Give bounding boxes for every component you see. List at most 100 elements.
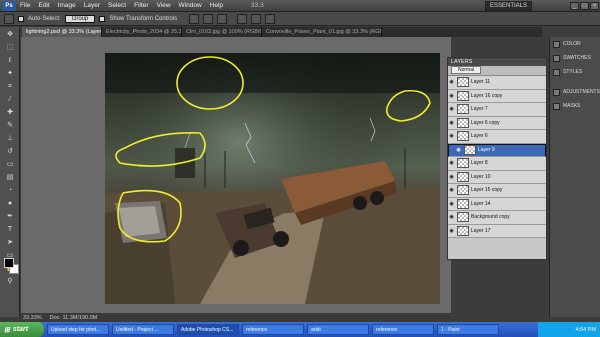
visibility-eye-icon[interactable]: ◉: [448, 228, 455, 234]
distribute-icon[interactable]: [265, 13, 276, 24]
path-select-icon[interactable]: ➤: [3, 237, 17, 248]
align-icon[interactable]: [217, 13, 228, 24]
clone-stamp-icon[interactable]: ⊥: [3, 133, 17, 144]
visibility-eye-icon[interactable]: ◉: [448, 106, 455, 112]
layer-row[interactable]: ◉ Layer 7: [448, 103, 546, 117]
menu-layer[interactable]: Layer: [80, 2, 104, 9]
menu-filter[interactable]: Filter: [130, 2, 152, 9]
layer-row[interactable]: ◉ Layer 10: [448, 170, 546, 184]
distribute-icon[interactable]: [237, 13, 248, 24]
menu-help[interactable]: Help: [206, 2, 227, 9]
align-icon[interactable]: [203, 13, 214, 24]
visibility-eye-icon[interactable]: ◉: [448, 201, 455, 207]
visibility-eye-icon[interactable]: ◉: [448, 120, 455, 126]
system-tray: 4:54 PM: [538, 322, 600, 337]
visibility-eye-icon[interactable]: ◉: [448, 187, 455, 193]
layer-row[interactable]: ◉ Layer 8: [448, 157, 546, 171]
windows-logo-icon: ⊞: [4, 326, 10, 334]
menu-window[interactable]: Window: [175, 2, 206, 9]
menu-view[interactable]: View: [153, 2, 175, 9]
auto-select-dropdown[interactable]: Group: [64, 14, 96, 23]
visibility-eye-icon[interactable]: ◉: [448, 160, 455, 166]
eyedropper-icon[interactable]: ⁄: [3, 94, 17, 105]
layer-row[interactable]: ◉ Layer 6: [448, 130, 546, 144]
close-button[interactable]: ×: [590, 1, 599, 10]
visibility-eye-icon[interactable]: ◉: [448, 79, 455, 85]
visibility-eye-icon[interactable]: ◉: [448, 214, 455, 220]
panel-label: COLOR: [563, 41, 581, 47]
layer-row[interactable]: ◉ Layer 15 copy: [448, 184, 546, 198]
layer-thumbnail: [457, 212, 469, 223]
layer-name: Layer 7: [471, 106, 488, 113]
magic-wand-icon[interactable]: ✦: [3, 68, 17, 79]
taskbar-item[interactable]: 1 - Paint: [437, 324, 499, 335]
zoom-tool-icon[interactable]: ⚲: [3, 276, 17, 287]
adjustments-panel-icon: [553, 88, 560, 96]
tab-convoville[interactable]: Convoville_Power_Plant_01.jpg @ 33.3% (R…: [262, 27, 382, 37]
align-icon[interactable]: [189, 13, 200, 24]
minimize-button[interactable]: _: [570, 1, 579, 10]
panel-color[interactable]: COLOR: [550, 37, 600, 51]
panel-masks[interactable]: MASKS: [550, 99, 600, 113]
status-zoom[interactable]: 33.33%: [23, 315, 42, 321]
menu-file[interactable]: File: [16, 2, 34, 9]
eraser-tool-icon[interactable]: ▭: [3, 159, 17, 170]
panel-adjustments[interactable]: ADJUSTMENTS: [550, 85, 600, 99]
crop-tool-icon[interactable]: ⌗: [3, 81, 17, 92]
panel-dock: COLOR SWATCHES STYLES ADJUSTMENTS MASKS: [549, 37, 600, 317]
gradient-tool-icon[interactable]: ▤: [3, 172, 17, 183]
masks-panel-icon: [553, 102, 560, 110]
workspace-switcher[interactable]: ESSENTIALS: [484, 0, 532, 11]
layer-row[interactable]: ◉ Layer 14: [448, 197, 546, 211]
start-label: start: [12, 326, 29, 333]
blend-mode-dropdown[interactable]: Normal: [451, 66, 482, 74]
foreground-color-swatch[interactable]: [4, 258, 14, 268]
panel-styles[interactable]: STYLES: [550, 65, 600, 79]
taskbar-item[interactable]: Adobe Photoshop CS...: [177, 324, 239, 335]
auto-select-checkbox[interactable]: [18, 15, 24, 22]
menu-select[interactable]: Select: [104, 2, 130, 9]
history-brush-icon[interactable]: ↺: [3, 146, 17, 157]
layer-row[interactable]: ◉ Layer 17: [448, 224, 546, 238]
tab-clm[interactable]: Clm_0163.jpg @ 100% (RGB/8): [182, 27, 262, 37]
layer-row[interactable]: ◉ Layer 16 copy: [448, 89, 546, 103]
menu-image[interactable]: Image: [54, 2, 80, 9]
layer-thumbnail: [457, 104, 469, 115]
tab-lightning2[interactable]: lightning2.psd @ 33.3% (Layer 9, RGB/8) …: [22, 27, 102, 37]
pen-tool-icon[interactable]: ✒: [3, 211, 17, 222]
document-canvas[interactable]: [105, 53, 440, 304]
distribute-icon[interactable]: [251, 13, 262, 24]
start-button[interactable]: ⊞ start: [0, 322, 44, 337]
taskbar-item[interactable]: reference: [372, 324, 434, 335]
taskbar-item[interactable]: Upload step for phot...: [47, 324, 109, 335]
layer-row[interactable]: ◉ Layer 6 copy: [448, 116, 546, 130]
visibility-eye-icon[interactable]: ◉: [448, 133, 455, 139]
visibility-eye-icon[interactable]: ◉: [448, 174, 455, 180]
layer-name: Layer 17: [471, 227, 491, 234]
menu-bar: Ps File Edit Image Layer Select Filter V…: [0, 0, 600, 12]
maximize-button[interactable]: □: [580, 1, 589, 10]
layer-row[interactable]: ◉ Layer 11: [448, 76, 546, 90]
dodge-tool-icon[interactable]: ●: [3, 198, 17, 209]
healing-brush-icon[interactable]: ✚: [3, 107, 17, 118]
menu-edit[interactable]: Edit: [34, 2, 53, 9]
zoom-level[interactable]: 33.3: [247, 2, 268, 9]
brush-tool-icon[interactable]: ✎: [3, 120, 17, 131]
document-tabs: lightning2.psd @ 33.3% (Layer 9, RGB/8) …: [22, 27, 542, 37]
layer-row[interactable]: ◉ Background copy: [448, 211, 546, 225]
move-tool-icon[interactable]: ✥: [3, 29, 17, 40]
marquee-tool-icon[interactable]: ⬚: [3, 42, 17, 53]
taskbar-item[interactable]: arbit: [307, 324, 369, 335]
panel-swatches[interactable]: SWATCHES: [550, 51, 600, 65]
taskbar-item[interactable]: reference: [242, 324, 304, 335]
type-tool-icon[interactable]: T: [3, 224, 17, 235]
blur-tool-icon[interactable]: ◔: [3, 185, 17, 196]
move-tool-icon[interactable]: [4, 13, 14, 24]
lasso-tool-icon[interactable]: ℓ: [3, 55, 17, 66]
show-transform-checkbox[interactable]: [99, 15, 106, 22]
layer-row[interactable]: ◉ Layer 9: [448, 143, 546, 157]
taskbar-item[interactable]: Untitled - Project ...: [112, 324, 174, 335]
visibility-eye-icon[interactable]: ◉: [455, 147, 462, 153]
visibility-eye-icon[interactable]: ◉: [448, 93, 455, 99]
tab-electricity[interactable]: Electricity_Photo_2034 @ 25.3% (RGB/8): [102, 27, 182, 37]
